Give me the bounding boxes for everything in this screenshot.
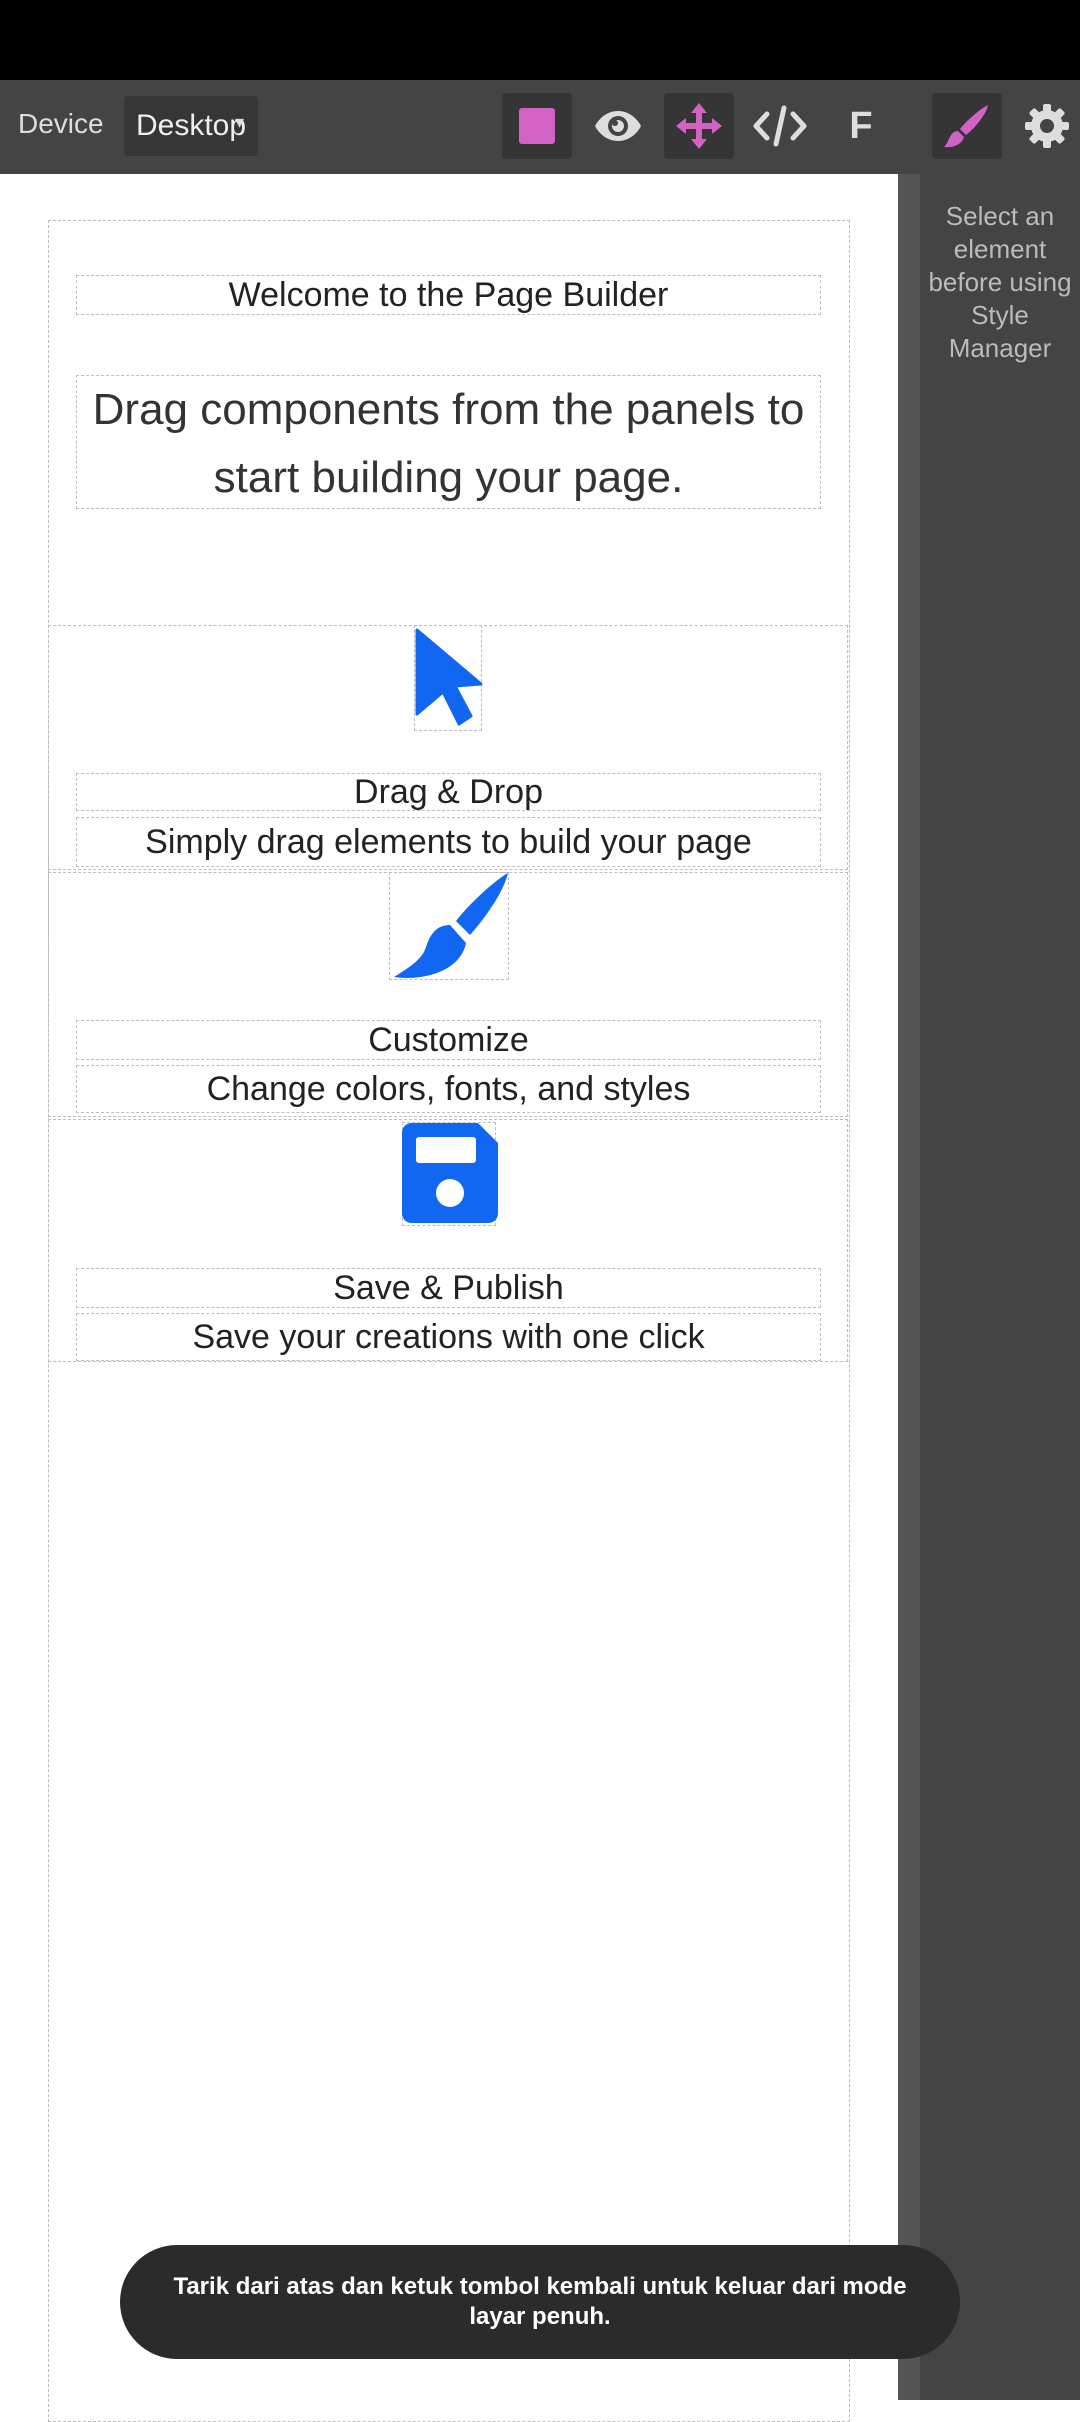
feature-title[interactable]: Customize — [76, 1020, 821, 1060]
eye-icon — [595, 111, 641, 141]
feature-icon-box[interactable] — [402, 1122, 498, 1226]
intro-paragraph[interactable]: Drag components from the panels to start… — [76, 375, 821, 509]
move-button[interactable] — [664, 93, 734, 159]
style-manager-panel: Select an element before using Style Man… — [920, 174, 1080, 2400]
gear-icon — [1025, 104, 1069, 148]
cursor-icon — [415, 628, 483, 726]
device-label: Device — [18, 108, 104, 139]
feature-title[interactable]: Save & Publish — [76, 1268, 821, 1308]
feature-description[interactable]: Simply drag elements to build your page — [76, 817, 821, 867]
settings-button[interactable] — [1012, 93, 1080, 159]
chevron-down-icon: ▾ — [234, 112, 244, 132]
feature-title[interactable]: Drag & Drop — [76, 773, 821, 811]
device-select-value: Desktop — [136, 109, 247, 142]
brush-icon — [394, 873, 508, 978]
move-icon — [676, 103, 722, 149]
welcome-heading[interactable]: Welcome to the Page Builder — [76, 275, 821, 315]
top-toolbar: Device Desktop ▾ F — [0, 80, 1080, 254]
preview-button[interactable] — [583, 93, 653, 159]
square-icon — [519, 108, 555, 144]
status-bar — [0, 0, 1080, 80]
font-button[interactable]: F — [826, 93, 896, 159]
code-button[interactable] — [745, 93, 815, 159]
device-select[interactable]: Desktop ▾ — [124, 96, 258, 156]
style-manager-button[interactable] — [932, 93, 1002, 159]
style-manager-message: Select an element before using Style Man… — [928, 201, 1072, 363]
feature-icon-box[interactable] — [414, 625, 483, 731]
save-icon — [402, 1123, 498, 1223]
canvas-scrollbar[interactable] — [898, 174, 920, 2400]
feature-description[interactable]: Save your creations with one click — [76, 1313, 821, 1361]
code-icon — [753, 105, 807, 147]
paintbrush-icon — [944, 105, 988, 148]
toast-message: Tarik dari atas dan ketuk tombol kembali… — [173, 2273, 907, 2330]
sw-visibility-button[interactable] — [502, 93, 572, 159]
fullscreen-toast: Tarik dari atas dan ketuk tombol kembali… — [120, 2245, 960, 2359]
feature-description[interactable]: Change colors, fonts, and styles — [76, 1065, 821, 1113]
feature-icon-box[interactable] — [389, 872, 509, 980]
